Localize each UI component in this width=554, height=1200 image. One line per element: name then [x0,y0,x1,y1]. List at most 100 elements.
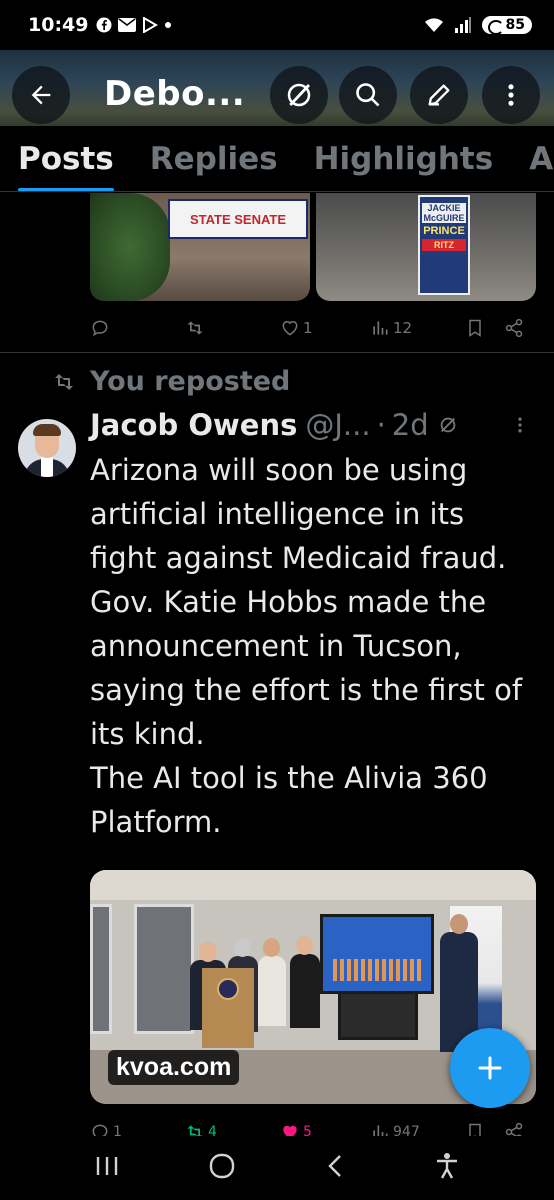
play-icon [143,17,159,33]
notification-icons [96,17,172,33]
back-arrow-icon [31,85,51,105]
compose-post-button[interactable] [450,1028,530,1108]
status-time: 10:49 [28,14,89,36]
profile-header: Debo... [0,50,554,126]
avatar-hair [33,424,61,436]
reply-icon [92,1124,108,1136]
bookmark-button[interactable] [465,318,485,338]
post-divider [0,352,554,353]
like-count: 5 [303,1124,312,1136]
dot-icon [165,22,172,28]
person-4-head [296,936,313,955]
avatar-shirt [41,457,53,477]
share-icon [505,318,523,338]
reply-count: 1 [113,1124,122,1136]
repost-icon [187,321,203,335]
post-header: Jacob Owens @J... · 2d [90,408,530,442]
tab-replies[interactable]: Replies [132,126,296,191]
person-4 [290,954,320,1028]
back-button[interactable] [12,66,70,124]
heart-icon [283,1125,297,1136]
views-count: 12 [393,319,413,337]
more-button[interactable] [482,66,540,124]
more-vertical-icon [508,84,514,106]
like-button[interactable]: 1 [280,318,313,338]
author-handle[interactable]: @J... [305,408,370,442]
grok-icon[interactable] [437,414,459,436]
person-2-head [234,938,251,957]
sign-line-3: RITZ [422,239,466,251]
recent-apps-icon [96,1157,118,1175]
status-right: 85 [424,16,532,35]
person-3-head [263,938,280,957]
wifi-icon [424,18,443,32]
views-button[interactable]: 12 [370,318,412,338]
tab-posts[interactable]: Posts [0,126,132,191]
recent-apps-button[interactable] [94,1155,120,1181]
grok-icon [287,83,311,107]
post-actions: 1 4 5 947 [90,1120,530,1136]
search-button[interactable] [339,66,397,124]
share-icon [505,1122,523,1136]
grok-button[interactable] [270,66,328,124]
avatar[interactable] [18,419,76,477]
battery-indicator: 85 [481,16,532,35]
card-domain: kvoa.com [108,1050,240,1085]
accessibility-icon [437,1153,457,1179]
bookmark-icon [469,319,481,337]
senate-sign-text: STATE SENATE [189,211,287,227]
podium [202,968,254,1048]
sign-line-2: PRINCE [423,225,465,237]
accessibility-button[interactable] [434,1152,460,1184]
tab-articles[interactable]: Ar [511,126,554,191]
post-more-icon[interactable] [510,415,530,435]
share-button[interactable] [504,318,524,338]
author-name[interactable]: Jacob Owens [90,408,297,442]
bookmark-icon [469,1123,481,1136]
back-nav-button[interactable] [324,1153,346,1183]
signal-icon [454,17,471,33]
analytics-icon [373,1125,388,1136]
card-tv-stand [338,994,418,1040]
previous-post-media[interactable]: STATE SENATE JACKIE McGUIRE PRINCE RITZ [90,193,536,301]
campaign-sign: JACKIE McGUIRE PRINCE RITZ [418,195,470,295]
mail-icon [118,18,137,32]
sign-line-1: JACKIE McGUIRE [422,203,466,223]
card-screen [320,914,434,994]
previous-post-actions: 1 12 [90,316,530,340]
edit-icon [428,84,450,106]
separator-dot: · [376,408,386,442]
like-button[interactable]: 5 [280,1122,312,1136]
tab-highlights[interactable]: Highlights [296,126,512,191]
media-image-right[interactable]: JACKIE McGUIRE PRINCE RITZ [316,193,536,301]
profile-title: Debo... [104,74,246,114]
repost-button[interactable]: 4 [185,1122,217,1136]
views-count: 947 [393,1124,420,1136]
card-ceiling [90,870,536,900]
repost-count: 4 [208,1124,217,1136]
senate-sign: STATE SENATE [168,199,308,239]
person-5-head [450,914,468,934]
media-image-left[interactable]: STATE SENATE [90,193,310,301]
post-text: Arizona will soon be using artificial in… [90,453,523,839]
like-count: 1 [303,319,313,337]
home-icon [209,1153,235,1179]
card-door-mid [134,904,194,1034]
card-door-left [90,904,112,1034]
post-time[interactable]: 2d [392,408,429,442]
bookmark-button[interactable] [465,1122,485,1136]
podium-seal [217,978,239,1000]
system-nav-bar [0,1136,554,1200]
plus-icon [478,1056,502,1080]
home-button[interactable] [208,1153,236,1183]
reply-button[interactable]: 1 [90,1122,122,1136]
back-chevron-icon [328,1155,341,1177]
repost-label: You reposted [90,366,291,397]
repost-button[interactable] [185,318,208,338]
reply-button[interactable] [90,318,113,338]
reply-icon [92,320,108,337]
views-button[interactable]: 947 [370,1122,420,1136]
person-3 [258,956,286,1026]
share-button[interactable] [504,1122,524,1136]
edit-button[interactable] [410,66,468,124]
